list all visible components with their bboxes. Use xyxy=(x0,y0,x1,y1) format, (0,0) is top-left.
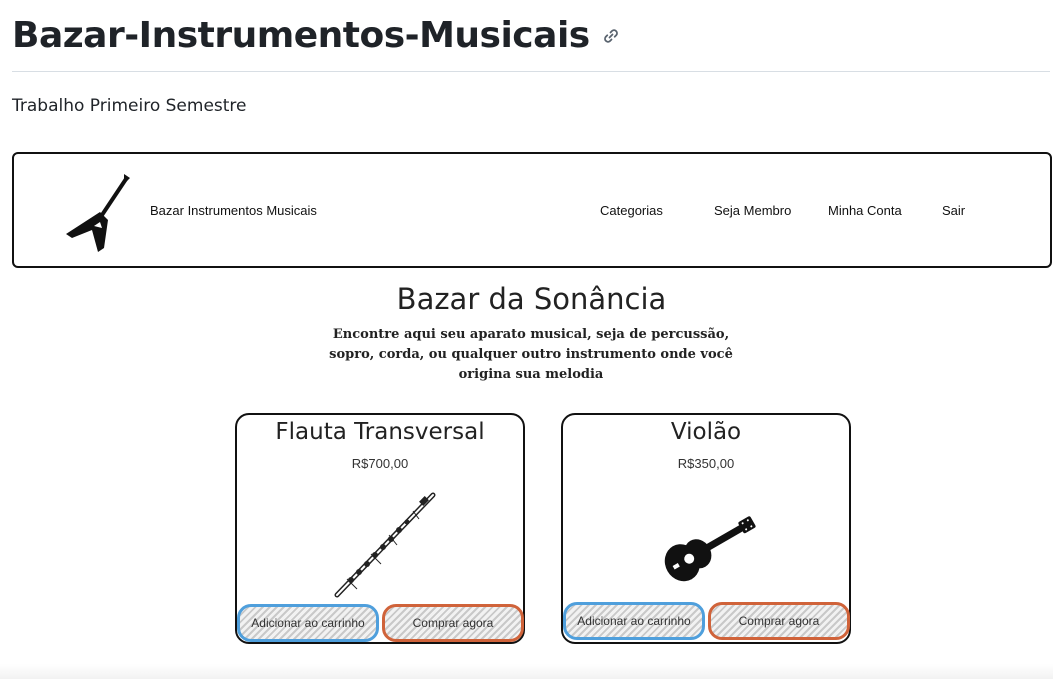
site-navbar: Bazar Instrumentos Musicais Categorias S… xyxy=(12,152,1052,268)
readme-subtitle: Trabalho Primeiro Semestre xyxy=(12,96,247,116)
readme-title-text: Bazar-Instrumentos-Musicais xyxy=(12,15,590,56)
title-divider xyxy=(12,71,1050,72)
nav-link-sair[interactable]: Sair xyxy=(942,203,965,218)
hero-description: Encontre aqui seu aparato musical, seja … xyxy=(329,327,733,382)
product-name: Flauta Transversal xyxy=(275,419,485,445)
brand-name[interactable]: Bazar Instrumentos Musicais xyxy=(150,203,317,218)
link-icon[interactable] xyxy=(600,25,622,47)
nav-link-categorias[interactable]: Categorias xyxy=(600,203,663,218)
nav-link-minha-conta[interactable]: Minha Conta xyxy=(828,203,902,218)
acoustic-guitar-image-icon xyxy=(657,507,761,588)
product-name: Violão xyxy=(670,419,742,445)
buy-now-button[interactable]: Comprar agora xyxy=(708,602,850,640)
product-price: R$350,00 xyxy=(677,456,735,471)
product-card: Flauta Transversal R$700,00 Adicionar ao… xyxy=(235,413,525,644)
readme-title: Bazar-Instrumentos-Musicais xyxy=(12,12,622,60)
product-price: R$700,00 xyxy=(351,456,409,471)
buy-now-button[interactable]: Comprar agora xyxy=(382,604,524,642)
flute-image-icon xyxy=(329,491,439,606)
bottom-shadow xyxy=(0,664,1053,679)
product-card: Violão R$350,00 Adicionar ao carrinho Co… xyxy=(561,413,851,644)
electric-guitar-logo-icon[interactable] xyxy=(64,168,134,252)
add-to-cart-button[interactable]: Adicionar ao carrinho xyxy=(563,602,705,640)
nav-link-seja-membro[interactable]: Seja Membro xyxy=(714,203,791,218)
hero-title: Bazar da Sonância xyxy=(396,282,667,316)
add-to-cart-button[interactable]: Adicionar ao carrinho xyxy=(237,604,379,642)
